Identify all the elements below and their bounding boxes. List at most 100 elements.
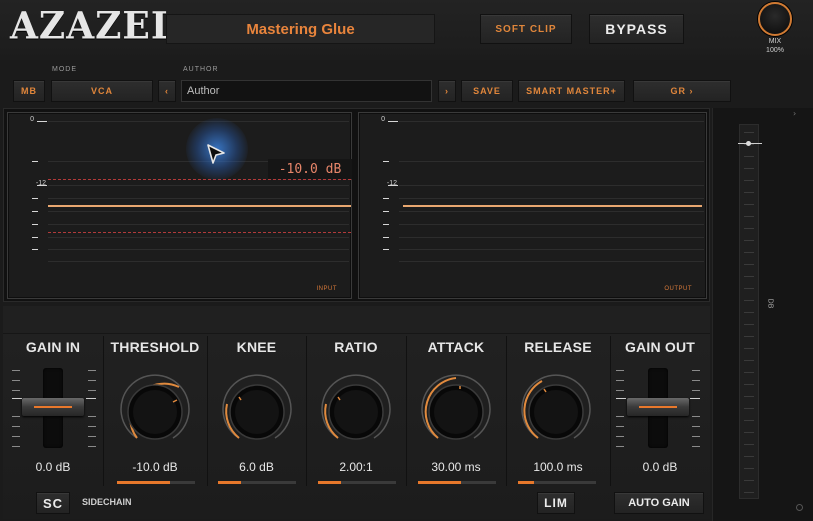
- smart-master-button[interactable]: SMART MASTER+: [518, 80, 625, 102]
- meter-tick: [744, 264, 754, 265]
- tick: [383, 161, 389, 162]
- meter-tick: [744, 180, 754, 181]
- input-graph[interactable]: 0 -12 INPUT: [7, 112, 352, 299]
- soft-clip-button[interactable]: SOFT CLIP: [480, 14, 572, 44]
- tick: [32, 249, 38, 250]
- meter-expand-icon[interactable]: ›: [793, 109, 796, 118]
- tick: [383, 249, 389, 250]
- fader-tick: [88, 370, 96, 371]
- sidechain-button[interactable]: SC: [36, 492, 70, 514]
- fader-tick: [616, 390, 624, 391]
- mouse-cursor-icon: [207, 144, 225, 164]
- tick: [32, 224, 38, 225]
- fader-tick: [12, 436, 20, 437]
- meter-tick: [744, 240, 754, 241]
- meter-tick: [744, 480, 754, 481]
- tick: [32, 211, 38, 212]
- meter-tick: [744, 384, 754, 385]
- gridline: [399, 121, 704, 122]
- ratio-value: 2.00:1: [339, 460, 373, 474]
- meter-tick: [744, 336, 754, 337]
- author-input[interactable]: [181, 80, 432, 102]
- attack-value-bar: [418, 481, 496, 484]
- attack-title: ATTACK: [427, 339, 485, 355]
- fader-tick: [12, 398, 22, 399]
- gridline: [48, 121, 349, 122]
- save-button[interactable]: SAVE: [461, 80, 513, 102]
- knee-value-bar: [218, 481, 296, 484]
- auto-gain-button[interactable]: AUTO GAIN: [614, 492, 704, 514]
- bypass-button[interactable]: BYPASS: [589, 14, 684, 44]
- meter-tick: [744, 324, 754, 325]
- meter-tick: [744, 228, 754, 229]
- output-graph[interactable]: 0 -12 OUTPUT: [358, 112, 707, 299]
- meter-tick: [744, 492, 754, 493]
- ratio-knob[interactable]: [316, 370, 396, 450]
- fader-tick: [616, 370, 624, 371]
- mix-title: MIX: [768, 38, 782, 45]
- fader-tick: [692, 436, 700, 437]
- gridline: [48, 211, 349, 212]
- release-value-bar: [518, 481, 596, 484]
- release-value-fill: [518, 481, 534, 484]
- sidechain-label: SIDECHAIN: [82, 497, 132, 507]
- attack-knob[interactable]: [416, 370, 496, 450]
- release-knob[interactable]: [516, 370, 596, 450]
- fader-tick: [690, 398, 700, 399]
- fader-tick: [692, 380, 700, 381]
- gridline: [48, 185, 349, 186]
- fader-tick: [88, 380, 96, 381]
- gridline: [399, 161, 704, 162]
- gain-out-fader-handle[interactable]: [627, 398, 689, 416]
- tick-label-0: 0: [30, 116, 34, 123]
- fader-tick: [616, 416, 624, 417]
- ratio-value-fill: [318, 481, 342, 484]
- tick: [383, 198, 389, 199]
- knee-title: KNEE: [236, 339, 277, 355]
- gridline: [399, 249, 704, 250]
- panel-strip: [3, 306, 710, 334]
- gridline: [399, 237, 704, 238]
- fader-tick: [692, 426, 700, 427]
- tick: [383, 224, 389, 225]
- threshold-knob[interactable]: [115, 370, 195, 450]
- fader-tick: [692, 390, 700, 391]
- mb-button[interactable]: MB: [13, 80, 45, 102]
- gridline: [48, 249, 349, 250]
- tick: [383, 237, 389, 238]
- meter-tick: [744, 348, 754, 349]
- threshold-value-bar: [117, 481, 195, 484]
- tick: [37, 185, 47, 186]
- prev-preset-button[interactable]: ‹: [158, 80, 176, 102]
- limiter-button[interactable]: LIM: [537, 492, 575, 514]
- knee-value-fill: [218, 481, 242, 484]
- tick: [32, 237, 38, 238]
- gain-in-fader-handle[interactable]: [22, 398, 84, 416]
- mode-label: MODE: [52, 66, 77, 73]
- fader-tick: [616, 398, 626, 399]
- knee-value: 6.0 dB: [239, 460, 274, 474]
- meter-tick: [744, 372, 754, 373]
- meter-tick: [744, 156, 754, 157]
- meter-tick: [744, 132, 754, 133]
- mix-label: MIX 100%: [752, 37, 798, 55]
- meter-tick: [744, 216, 754, 217]
- fader-tick: [12, 370, 20, 371]
- fader-tick: [616, 446, 624, 447]
- fader-tick: [88, 426, 96, 427]
- preset-name-display[interactable]: Mastering Glue: [166, 14, 435, 44]
- gr-button[interactable]: GR ›: [633, 80, 731, 102]
- threshold-value: -10.0 dB: [132, 460, 178, 474]
- next-preset-button[interactable]: ›: [438, 80, 456, 102]
- fader-tick: [692, 370, 700, 371]
- meter-reset-icon[interactable]: [796, 504, 803, 511]
- meter-marker-handle[interactable]: [746, 141, 751, 146]
- output-graph-label: OUTPUT: [664, 286, 692, 292]
- fader-tick: [616, 380, 624, 381]
- meter-tick: [744, 312, 754, 313]
- release-value: 100.0 ms: [533, 460, 583, 474]
- fader-tick: [12, 426, 20, 427]
- mix-knob[interactable]: [758, 2, 792, 36]
- knee-knob[interactable]: [217, 370, 297, 450]
- mode-select[interactable]: VCA: [51, 80, 153, 102]
